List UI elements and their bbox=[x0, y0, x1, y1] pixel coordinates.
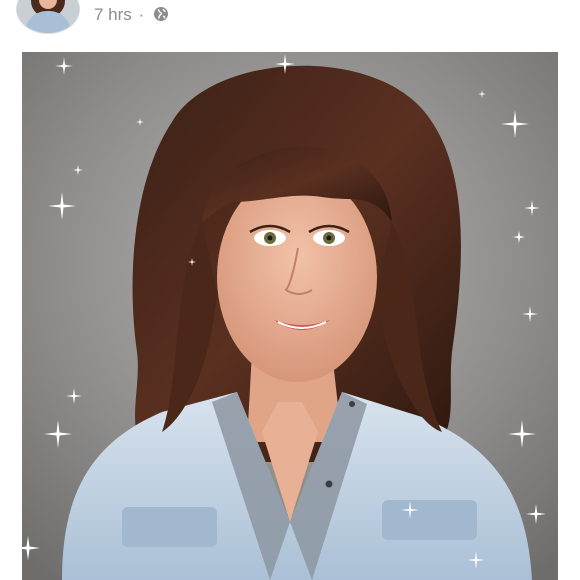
facebook-post: 7 hrs · bbox=[0, 0, 580, 580]
avatar[interactable] bbox=[16, 0, 80, 34]
post-meta: 7 hrs · bbox=[94, 5, 169, 25]
post-timestamp[interactable]: 7 hrs bbox=[94, 5, 132, 24]
post-header: 7 hrs · bbox=[0, 0, 580, 48]
portrait-image bbox=[22, 52, 558, 580]
meta-separator: · bbox=[138, 5, 145, 24]
globe-icon[interactable] bbox=[153, 6, 169, 22]
post-photo[interactable] bbox=[22, 52, 558, 580]
